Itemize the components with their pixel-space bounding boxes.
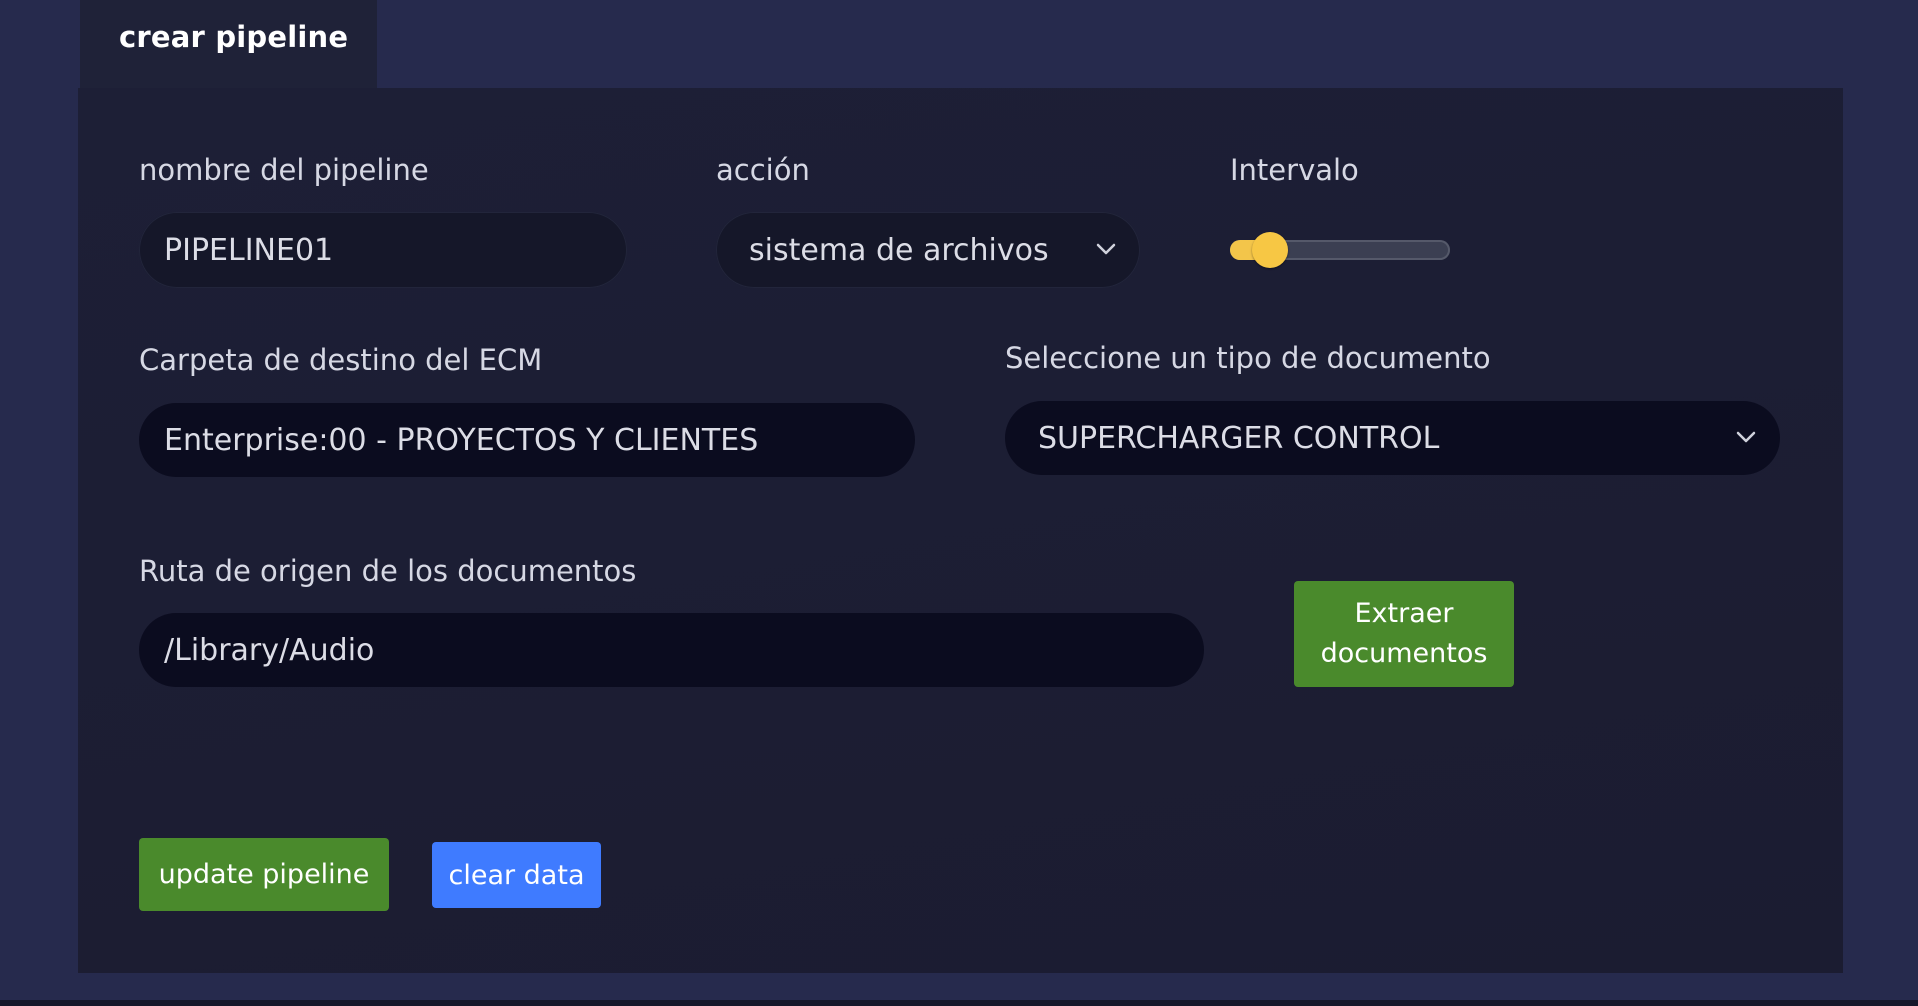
pipeline-name-input[interactable]: PIPELINE01 bbox=[139, 212, 627, 288]
window-bottom-edge bbox=[0, 1000, 1918, 1006]
action-select-value: sistema de archivos bbox=[749, 232, 1049, 268]
document-type-label: Seleccione un tipo de documento bbox=[1005, 341, 1491, 375]
update-pipeline-button[interactable]: update pipeline bbox=[139, 838, 389, 911]
tab-crear-pipeline[interactable]: crear pipeline bbox=[80, 0, 377, 88]
chevron-down-icon bbox=[1736, 431, 1756, 443]
interval-label: Intervalo bbox=[1230, 153, 1359, 187]
source-path-input[interactable]: /Library/Audio bbox=[139, 613, 1204, 687]
clear-data-button[interactable]: clear data bbox=[432, 842, 601, 908]
source-path-label: Ruta de origen de los documentos bbox=[139, 554, 637, 588]
source-path-value: /Library/Audio bbox=[164, 632, 375, 668]
document-type-select[interactable]: SUPERCHARGER CONTROL bbox=[1005, 401, 1780, 475]
interval-slider-thumb[interactable] bbox=[1251, 232, 1288, 268]
page: { "tab": { "label": "crear pipeline" }, … bbox=[0, 0, 1918, 1006]
destination-folder-input[interactable]: Enterprise:00 - PROYECTOS Y CLIENTES bbox=[139, 403, 915, 477]
tab-label: crear pipeline bbox=[119, 20, 349, 54]
extract-documents-button[interactable]: Extraer documentos bbox=[1294, 581, 1514, 687]
pipeline-name-label: nombre del pipeline bbox=[139, 153, 429, 187]
destination-folder-label: Carpeta de destino del ECM bbox=[139, 343, 543, 377]
document-type-value: SUPERCHARGER CONTROL bbox=[1038, 420, 1440, 456]
action-label: acción bbox=[716, 153, 810, 187]
chevron-down-icon bbox=[1096, 243, 1116, 255]
action-select[interactable]: sistema de archivos bbox=[716, 212, 1140, 288]
destination-folder-value: Enterprise:00 - PROYECTOS Y CLIENTES bbox=[164, 422, 759, 458]
interval-slider[interactable] bbox=[1230, 232, 1450, 268]
pipeline-name-value: PIPELINE01 bbox=[164, 232, 334, 268]
